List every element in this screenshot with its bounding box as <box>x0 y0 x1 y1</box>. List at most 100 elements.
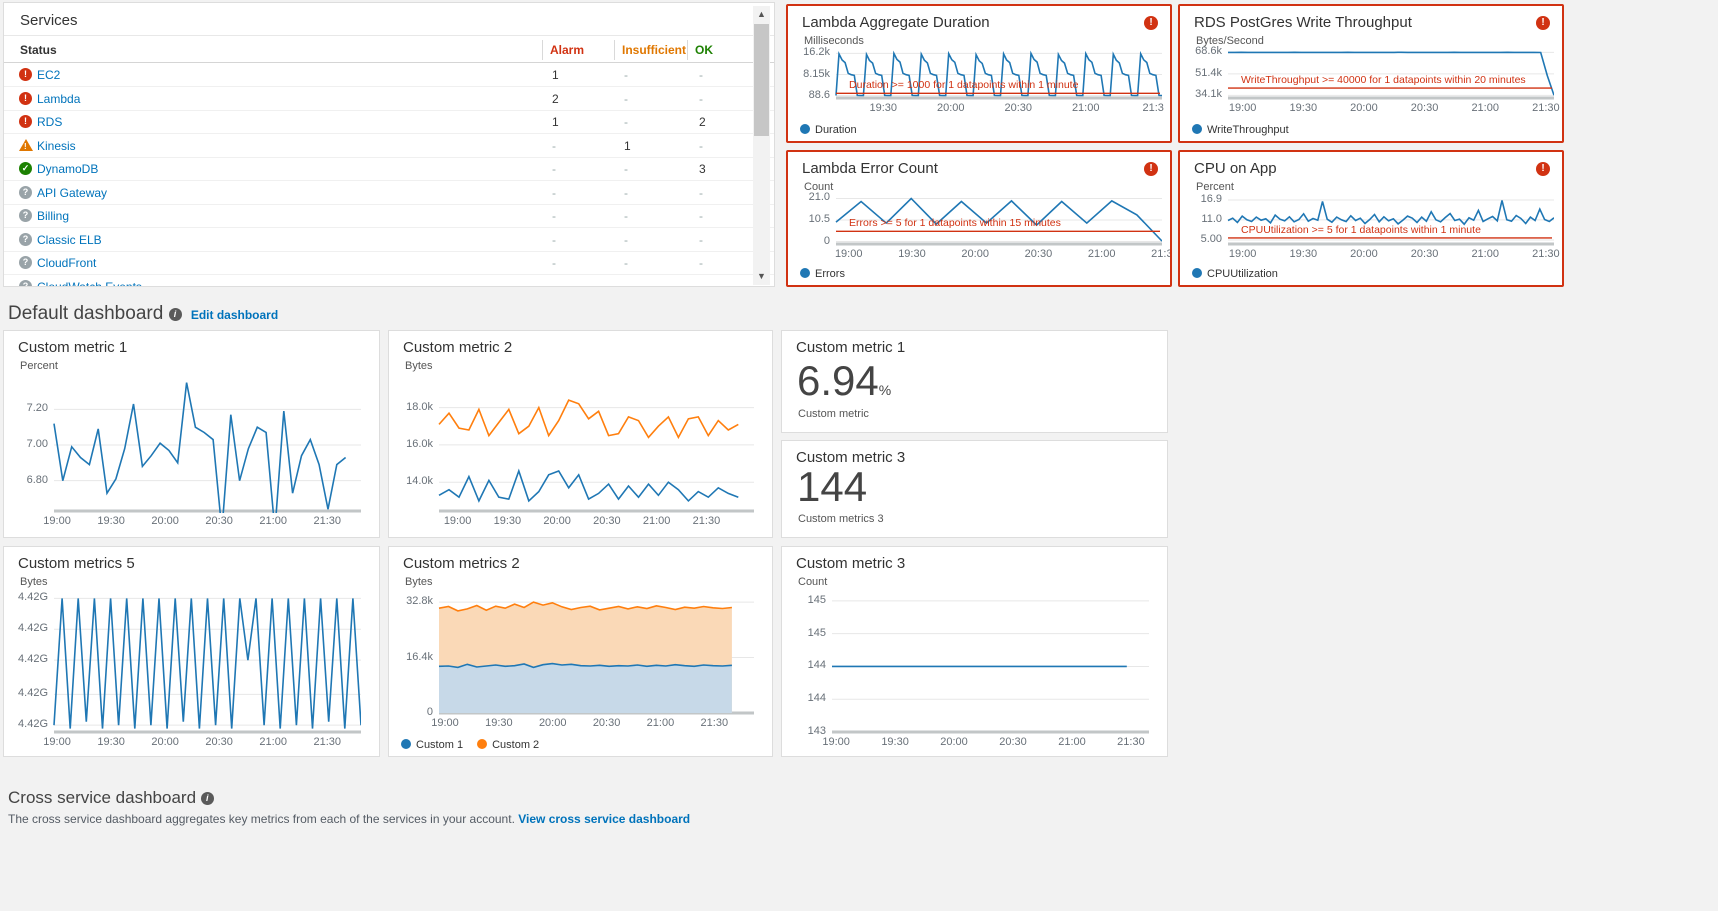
x-tick-label: 21:00 <box>243 736 303 748</box>
legend-item: Errors <box>800 268 845 280</box>
alarm-threshold-label: WriteThroughput >= 40000 for 1 datapoint… <box>1241 74 1526 86</box>
y-tick-label: 144 <box>788 659 826 671</box>
services-table-header: Status Alarm Insufficient OK <box>4 35 774 63</box>
ok-count: - <box>699 139 703 153</box>
x-tick-label: 19:30 <box>865 736 925 748</box>
y-tick-label: 88.6 <box>792 89 830 101</box>
x-tick-label: 21:00 <box>1056 102 1116 114</box>
insufficient-count: - <box>624 92 628 106</box>
y-tick-label: 4.42G <box>10 687 48 699</box>
view-cross-service-dashboard-link[interactable]: View cross service dashboard <box>518 812 690 826</box>
chart-custom-metric-2[interactable]: 18.0k16.0k14.0k19:0019:3020:0020:3021:00… <box>395 379 754 529</box>
chart-legend: Errors <box>800 268 845 280</box>
tile-custom-metrics-2-stacked: Custom metrics 2 Bytes 32.8k16.4k019:001… <box>388 546 773 757</box>
chart-cpu-on-app[interactable]: 16.911.05.0019:0019:3020:0020:3021:0021:… <box>1184 196 1554 262</box>
service-row-api-gateway: ?API Gateway--- <box>4 181 774 205</box>
service-row-rds: !RDS1-2 <box>4 110 774 134</box>
widget-title: CPU on App <box>1194 160 1277 177</box>
x-tick-label: 21:3 <box>1123 102 1172 114</box>
ok-count: - <box>699 256 703 270</box>
service-link[interactable]: Kinesis <box>37 139 76 153</box>
legend-item: Custom 2 <box>477 739 539 751</box>
column-alarm: Alarm <box>550 43 584 57</box>
service-link[interactable]: DynamoDB <box>37 162 98 176</box>
alarm-count: - <box>552 186 556 200</box>
service-link[interactable]: Classic ELB <box>37 233 102 247</box>
service-link[interactable]: Billing <box>37 209 69 223</box>
alarm-count: 1 <box>552 68 559 82</box>
service-link[interactable]: CloudWatch Events <box>37 280 142 288</box>
y-tick-label: 21.0 <box>792 191 830 203</box>
info-icon[interactable]: i <box>201 792 214 805</box>
chart-custom-metrics-2-stacked[interactable]: 32.8k16.4k019:0019:3020:0020:3021:0021:3… <box>395 595 754 731</box>
unknown-status-icon: ? <box>19 233 32 246</box>
x-tick-label: 19:30 <box>81 515 141 527</box>
metric-caption: Custom metric <box>798 408 869 420</box>
cloudwatch-overview-page: Services Status Alarm Insufficient OK ! E… <box>0 0 1718 911</box>
cross-service-description: The cross service dashboard aggregates k… <box>8 812 690 826</box>
y-tick-label: 4.42G <box>10 653 48 665</box>
service-row-kinesis: !Kinesis-1- <box>4 134 774 158</box>
ok-count: - <box>699 209 703 223</box>
x-tick-label: 19:30 <box>882 248 942 260</box>
service-link[interactable]: CloudFront <box>37 256 96 270</box>
services-scrollbar[interactable]: ▲ ▼ <box>753 6 770 285</box>
y-axis-unit: Percent <box>20 360 58 372</box>
column-divider <box>614 40 615 60</box>
alarm-threshold-label: Errors >= 5 for 1 datapoints within 15 m… <box>849 217 1061 229</box>
x-tick-label: 21:30 <box>684 717 744 729</box>
chart-custom-metric-3-line[interactable]: 14514514414414319:0019:3020:0020:3021:00… <box>788 595 1149 750</box>
insufficient-count: - <box>624 68 628 82</box>
service-row-dynamodb: ✓DynamoDB--3 <box>4 157 774 181</box>
service-link[interactable]: Lambda <box>37 92 80 106</box>
scrollbar-thumb[interactable] <box>754 24 769 136</box>
x-tick-label: 20:30 <box>1008 248 1068 260</box>
y-tick-label: 7.00 <box>10 438 48 450</box>
info-icon[interactable]: i <box>169 308 182 321</box>
x-tick-label: 19:30 <box>853 102 913 114</box>
service-link[interactable]: API Gateway <box>37 186 107 200</box>
widget-title: Lambda Error Count <box>802 160 938 177</box>
chart-legend: Custom 1Custom 2 <box>401 739 539 751</box>
x-tick-label: 21:00 <box>1072 248 1132 260</box>
insufficient-count: - <box>624 256 628 270</box>
tile-title: Custom metrics 5 <box>18 555 135 572</box>
y-tick-label: 51.4k <box>1184 67 1222 79</box>
x-tick-label: 19:00 <box>1213 248 1273 260</box>
x-tick-label: 20:00 <box>1334 248 1394 260</box>
scroll-down-icon[interactable]: ▼ <box>753 268 770 285</box>
services-panel-title: Services <box>20 12 78 29</box>
tile-title: Custom metrics 2 <box>403 555 520 572</box>
service-link[interactable]: EC2 <box>37 68 60 82</box>
x-tick-label: 20:00 <box>924 736 984 748</box>
scroll-up-icon[interactable]: ▲ <box>753 6 770 23</box>
insufficient-count: - <box>624 186 628 200</box>
x-tick-label: 20:00 <box>1334 102 1394 114</box>
y-tick-label: 145 <box>788 594 826 606</box>
alarm-count: - <box>552 233 556 247</box>
tile-custom-metric-2: Custom metric 2 Bytes 18.0k16.0k14.0k19:… <box>388 330 773 538</box>
service-row-ec2: !EC21-- <box>4 63 774 87</box>
x-tick-label: 20:00 <box>135 736 195 748</box>
chart-custom-metric-1[interactable]: 7.207.006.8019:0019:3020:0020:3021:0021:… <box>10 379 361 529</box>
y-tick-label: 16.9 <box>1184 193 1222 205</box>
alarm-state-icon: ! <box>1536 16 1550 30</box>
widget-lambda-error-count: Lambda Error Count ! Count 21.010.5019:0… <box>786 150 1172 287</box>
tile-custom-metric-1-value: Custom metric 1 6.94% Custom metric <box>781 330 1168 433</box>
x-tick-label: 21:30 <box>1135 248 1172 260</box>
legend-color-dot <box>1192 124 1202 134</box>
y-axis-unit: Bytes <box>405 576 433 588</box>
x-tick-label: 20:30 <box>577 717 637 729</box>
x-tick-label: 21:00 <box>1042 736 1102 748</box>
chart-custom-metrics-5[interactable]: 4.42G4.42G4.42G4.42G4.42G19:0019:3020:00… <box>10 595 361 750</box>
service-link[interactable]: RDS <box>37 115 62 129</box>
chart-lambda-aggregate-duration[interactable]: 16.2k8.15k88.619:3020:0020:3021:0021:3Du… <box>792 50 1162 116</box>
x-tick-label: 21:30 <box>297 736 357 748</box>
chart-rds-write-throughput[interactable]: 68.6k51.4k34.1k19:0019:3020:0020:3021:00… <box>1184 50 1554 116</box>
tile-custom-metric-1: Custom metric 1 Percent 7.207.006.8019:0… <box>3 330 380 538</box>
alarm-status-icon: ! <box>19 92 32 105</box>
y-tick-label: 10.5 <box>792 213 830 225</box>
edit-dashboard-link[interactable]: Edit dashboard <box>191 308 278 322</box>
chart-lambda-error-count[interactable]: 21.010.5019:0019:3020:0020:3021:0021:30E… <box>792 196 1162 262</box>
y-tick-label: 8.15k <box>792 68 830 80</box>
